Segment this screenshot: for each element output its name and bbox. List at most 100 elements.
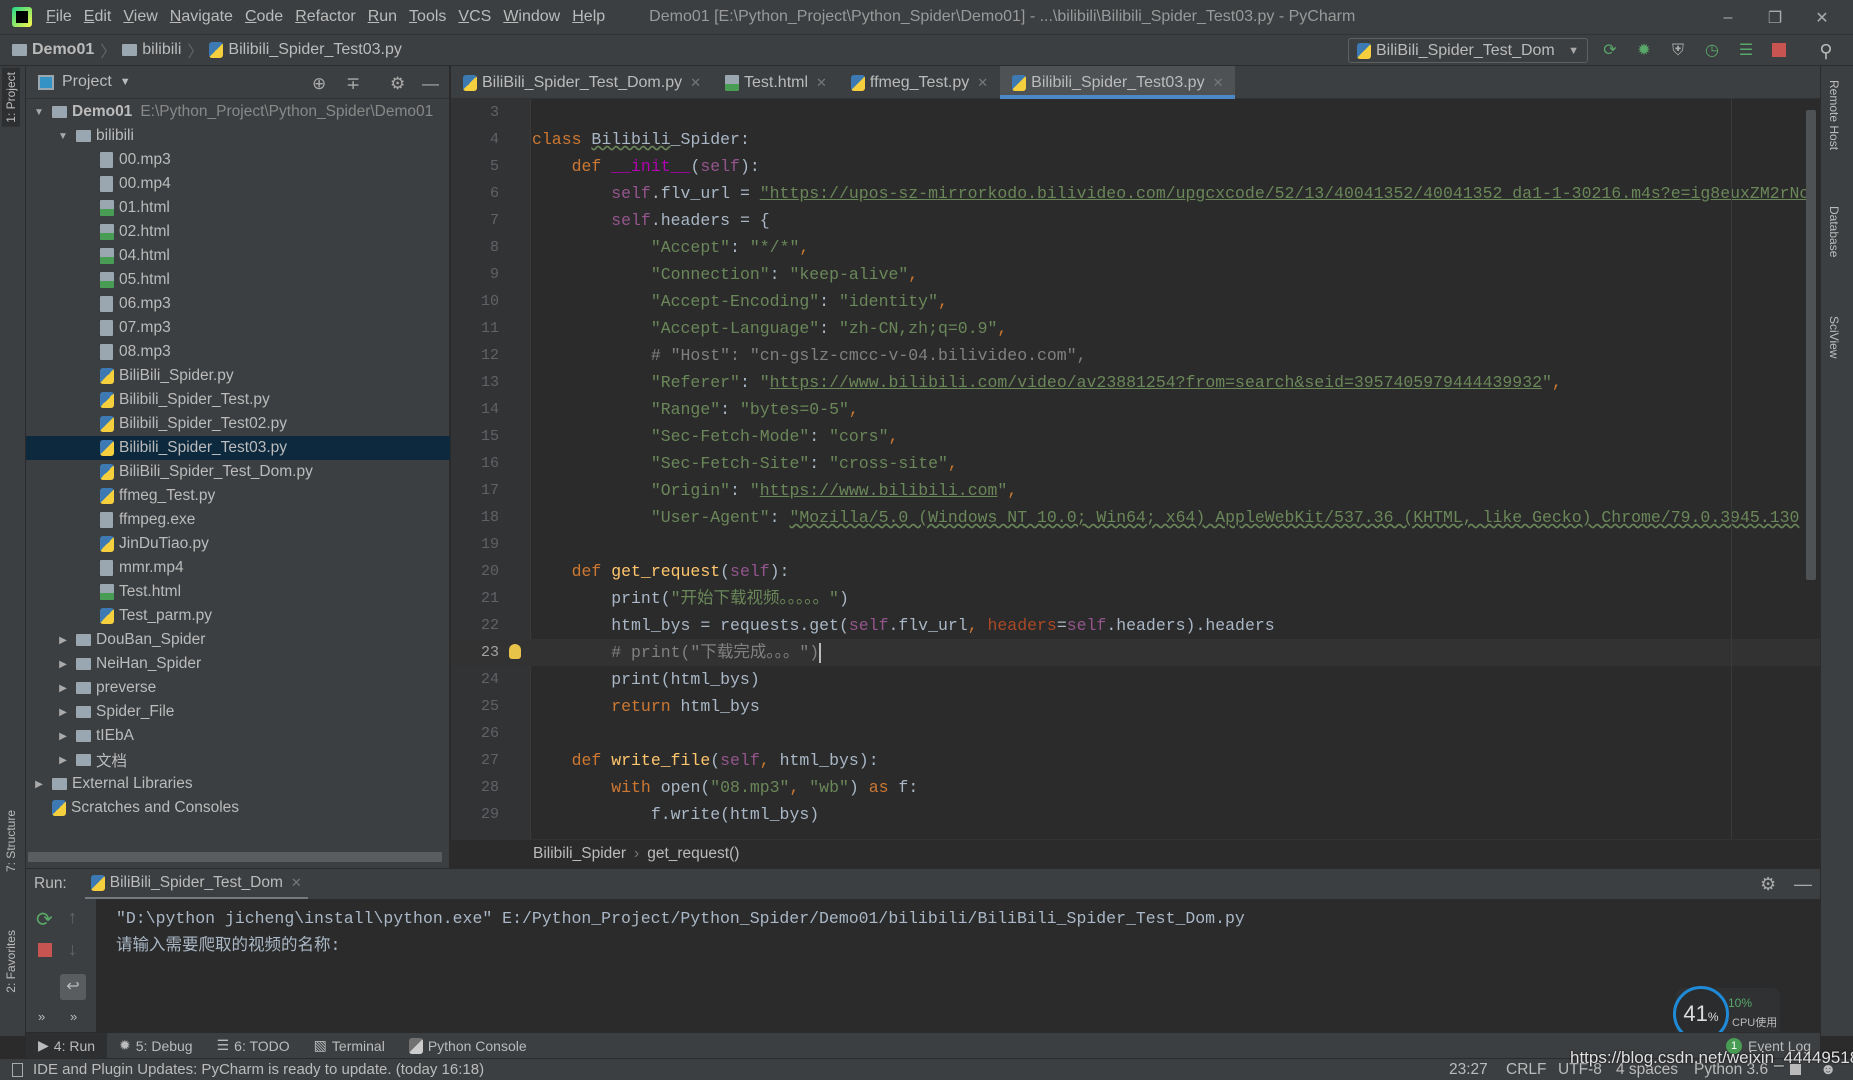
close-window-button[interactable]: ✕: [1799, 0, 1845, 35]
editor-tab[interactable]: BiliBili_Spider_Test_Dom.py ✕: [451, 66, 713, 99]
chevron-right-icon[interactable]: ▶: [56, 683, 70, 694]
tab-python-console[interactable]: Python Console: [397, 1033, 539, 1059]
tree-item[interactable]: Test_parm.py: [26, 604, 450, 628]
code-line[interactable]: 29 f.write(html_bys): [451, 801, 1820, 828]
code-line[interactable]: 20 def get_request(self):: [451, 558, 1820, 585]
close-icon[interactable]: ✕: [1213, 75, 1224, 91]
tree-item[interactable]: 06.mp3: [26, 292, 450, 316]
breadcrumb-demo01[interactable]: Demo01 〉: [12, 38, 116, 62]
editor-tab[interactable]: Test.html ✕: [713, 66, 839, 99]
editor-scrollbar[interactable]: [1806, 110, 1816, 580]
tree-item[interactable]: Bilibili_Spider_Test02.py: [26, 412, 450, 436]
code-line[interactable]: 11 "Accept-Language": "zh-CN,zh;q=0.9",: [451, 315, 1820, 342]
tree-item[interactable]: ▶ Spider_File: [26, 700, 450, 724]
coverage-icon[interactable]: ⛨: [1670, 43, 1686, 59]
tree-item[interactable]: ▶ External Libraries: [26, 772, 450, 796]
tree-item[interactable]: Scratches and Consoles: [26, 796, 450, 820]
arrow-down-icon[interactable]: ↓: [68, 939, 77, 960]
code-line[interactable]: 24 print(html_bys): [451, 666, 1820, 693]
tree-item[interactable]: 00.mp3: [26, 148, 450, 172]
chevron-right-icon[interactable]: ▶: [56, 659, 70, 670]
chevron-right-icon[interactable]: ▶: [56, 731, 70, 742]
remote-host-tab[interactable]: Remote Host: [1827, 80, 1841, 150]
code-line[interactable]: 18 "User-Agent": "Mozilla/5.0 (Windows N…: [451, 504, 1820, 531]
rerun-icon[interactable]: ⟳: [36, 907, 53, 932]
minimize-button[interactable]: –: [1705, 0, 1751, 35]
tree-item[interactable]: 00.mp4: [26, 172, 450, 196]
menu-view[interactable]: View: [123, 8, 157, 26]
menu-edit[interactable]: Edit: [84, 8, 112, 26]
project-tool-tab[interactable]: 1: Project: [2, 68, 20, 127]
more-icon[interactable]: »: [70, 1009, 77, 1024]
breadcrumb-class[interactable]: Bilibili_Spider: [533, 845, 626, 863]
chevron-down-icon[interactable]: ▼: [32, 107, 46, 118]
tree-item[interactable]: JinDuTiao.py: [26, 532, 450, 556]
gear-icon[interactable]: ⚙: [390, 74, 405, 94]
code-line[interactable]: 22 html_bys = requests.get(self.flv_url,…: [451, 612, 1820, 639]
chevron-right-icon[interactable]: ▶: [56, 635, 70, 646]
tree-item[interactable]: 02.html: [26, 220, 450, 244]
editor-tab[interactable]: ffmeg_Test.py ✕: [839, 66, 1000, 99]
stop-icon[interactable]: [38, 943, 52, 957]
breadcrumb-bilibili[interactable]: bilibili 〉: [122, 38, 203, 62]
tree-item[interactable]: 07.mp3: [26, 316, 450, 340]
code-line[interactable]: 17 "Origin": "https://www.bilibili.com",: [451, 477, 1820, 504]
structure-tool-tab[interactable]: 7: Structure: [2, 806, 20, 876]
menu-refactor[interactable]: Refactor: [295, 8, 355, 26]
chevron-down-icon[interactable]: ▼: [56, 131, 70, 142]
code-line[interactable]: 19: [451, 531, 1820, 558]
code-line[interactable]: 21 print("开始下载视频。。。。。"): [451, 585, 1820, 612]
run-tab[interactable]: BiliBili_Spider_Test_Dom ✕: [84, 869, 308, 900]
tree-item[interactable]: BiliBili_Spider.py: [26, 364, 450, 388]
hide-icon[interactable]: —: [1794, 874, 1812, 895]
line-separator[interactable]: CRLF: [1506, 1061, 1546, 1079]
code-line[interactable]: 23 # print("下载完成。。。"): [451, 639, 1820, 666]
code-line[interactable]: 8 "Accept": "*/*",: [451, 234, 1820, 261]
menu-run[interactable]: Run: [368, 8, 397, 26]
chevron-right-icon[interactable]: ▶: [32, 779, 46, 790]
code-line[interactable]: 10 "Accept-Encoding": "identity",: [451, 288, 1820, 315]
tree-item[interactable]: ▶ NeiHan_Spider: [26, 652, 450, 676]
menu-tools[interactable]: Tools: [409, 8, 446, 26]
soft-wrap-icon[interactable]: ↩: [60, 974, 86, 1000]
editor-tab[interactable]: Bilibili_Spider_Test03.py ✕: [1000, 66, 1236, 99]
chevron-right-icon[interactable]: ▶: [56, 707, 70, 718]
tree-item[interactable]: ▶ tIEbA: [26, 724, 450, 748]
menu-navigate[interactable]: Navigate: [170, 8, 233, 26]
code-line[interactable]: 13 "Referer": "https://www.bilibili.com/…: [451, 369, 1820, 396]
close-icon[interactable]: ✕: [977, 75, 988, 91]
code-line[interactable]: 7 self.headers = {: [451, 207, 1820, 234]
code-line[interactable]: 4 class Bilibili_Spider:: [451, 126, 1820, 153]
breadcrumb-file[interactable]: Bilibili_Spider_Test03.py: [209, 41, 402, 59]
caret-position[interactable]: 23:27: [1449, 1061, 1488, 1079]
intention-bulb-icon[interactable]: [509, 644, 521, 659]
rerun-icon[interactable]: ⟳: [1602, 43, 1618, 59]
code-line[interactable]: 6 self.flv_url = "https://upos-sz-mirror…: [451, 180, 1820, 207]
concurrency-icon[interactable]: ☰: [1738, 43, 1754, 59]
toggle-tool-windows-icon[interactable]: [12, 1062, 23, 1077]
tree-item[interactable]: 04.html: [26, 244, 450, 268]
close-icon[interactable]: ✕: [816, 75, 827, 91]
menu-window[interactable]: Window: [503, 8, 560, 26]
code-line[interactable]: 16 "Sec-Fetch-Site": "cross-site",: [451, 450, 1820, 477]
code-line[interactable]: 5 def __init__(self):: [451, 153, 1820, 180]
tree-item[interactable]: ▼ Demo01 E:\Python_Project\Python_Spider\D…: [26, 100, 450, 124]
run-console[interactable]: "D:\python jicheng\install\python.exe" E…: [96, 899, 1820, 1032]
code-line[interactable]: 15 "Sec-Fetch-Mode": "cors",: [451, 423, 1820, 450]
breadcrumb-method[interactable]: get_request(): [647, 845, 739, 863]
locate-icon[interactable]: ⊕: [312, 74, 326, 94]
menu-help[interactable]: Help: [572, 8, 605, 26]
tree-item[interactable]: ffmeg_Test.py: [26, 484, 450, 508]
sciview-tab[interactable]: SciView: [1827, 316, 1841, 358]
tree-item[interactable]: ▼ bilibili: [26, 124, 450, 148]
chevron-down-icon[interactable]: ▼: [120, 76, 131, 88]
menu-code[interactable]: Code: [245, 8, 283, 26]
arrow-up-icon[interactable]: ↑: [68, 907, 77, 928]
tree-item[interactable]: mmr.mp4: [26, 556, 450, 580]
code-line[interactable]: 25 return html_bys: [451, 693, 1820, 720]
tree-item[interactable]: Bilibili_Spider_Test.py: [26, 388, 450, 412]
code-line[interactable]: 26: [451, 720, 1820, 747]
profile-icon[interactable]: ◷: [1704, 43, 1720, 59]
tree-item[interactable]: ▶ DouBan_Spider: [26, 628, 450, 652]
tree-item[interactable]: ffmpeg.exe: [26, 508, 450, 532]
